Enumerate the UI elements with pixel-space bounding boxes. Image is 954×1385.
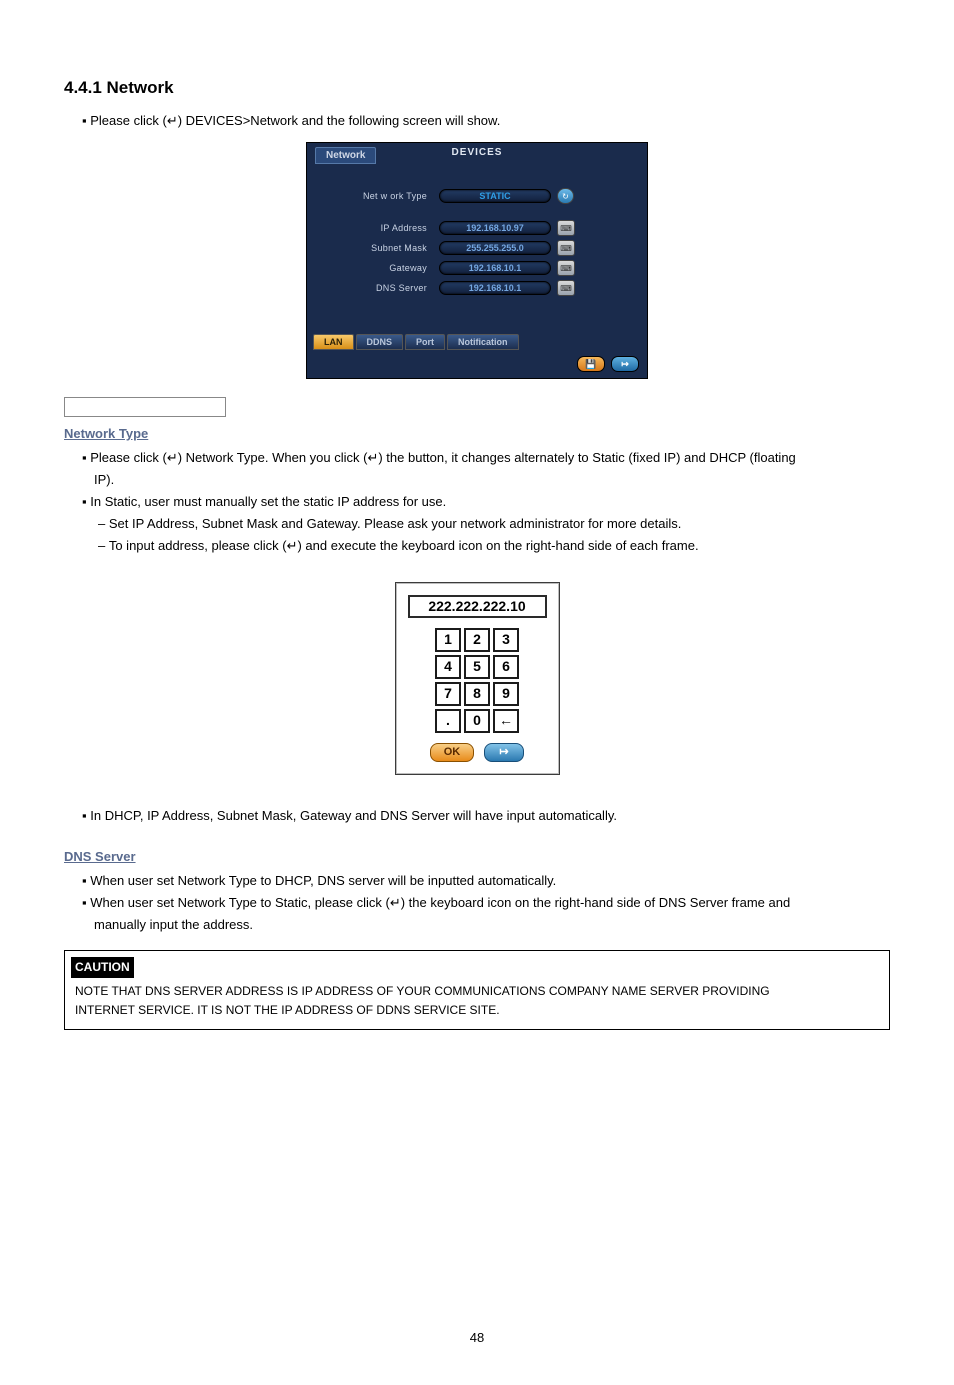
label-ip: IP Address — [327, 223, 439, 233]
key-0[interactable]: 0 — [464, 709, 490, 733]
keypad-display: 222.222.222.10 — [408, 595, 547, 618]
caution-line-2: INTERNET SERVICE. IT IS NOT THE IP ADDRE… — [75, 1003, 500, 1017]
key-dot[interactable]: . — [435, 709, 461, 733]
caution-line-1: NOTE THAT DNS SERVER ADDRESS IS IP ADDRE… — [75, 984, 770, 998]
nt-bullet-1-cont: IP). — [94, 469, 890, 491]
dns-bullet-2-cont: manually input the address. — [94, 914, 890, 936]
devices-network-panel: Network DEVICES Net w ork Type STATIC ↻ … — [306, 142, 648, 379]
tab-port[interactable]: Port — [405, 334, 445, 350]
key-4[interactable]: 4 — [435, 655, 461, 679]
top-tab-network[interactable]: Network — [315, 147, 376, 164]
panel-title: DEVICES — [452, 147, 503, 158]
caution-label: CAUTION — [71, 957, 134, 978]
nt-bullet-3: ▪ In DHCP, IP Address, Subnet Mask, Gate… — [82, 805, 890, 827]
label-network-type: Net w ork Type — [327, 191, 439, 201]
save-button[interactable]: 💾 — [577, 356, 605, 372]
tab-notification[interactable]: Notification — [447, 334, 519, 350]
key-8[interactable]: 8 — [464, 682, 490, 706]
refresh-icon[interactable]: ↻ — [557, 188, 574, 204]
dns-bullet-2: ▪ When user set Network Type to Static, … — [82, 892, 890, 914]
caution-box: CAUTION NOTE THAT DNS SERVER ADDRESS IS … — [64, 950, 890, 1030]
keypad-ok-button[interactable]: OK — [430, 743, 474, 762]
value-gateway[interactable]: 192.168.10.1 — [439, 261, 551, 275]
keyboard-icon[interactable]: ⌨ — [557, 260, 575, 276]
dns-bullet-1: ▪ When user set Network Type to DHCP, DN… — [82, 870, 890, 892]
key-2[interactable]: 2 — [464, 628, 490, 652]
key-1[interactable]: 1 — [435, 628, 461, 652]
keyboard-icon[interactable]: ⌨ — [557, 240, 575, 256]
nt-bullet-2: ▪ In Static, user must manually set the … — [82, 491, 890, 513]
value-subnet[interactable]: 255.255.255.0 — [439, 241, 551, 255]
subheading-network-type: Network Type — [64, 426, 890, 441]
value-dns[interactable]: 192.168.10.1 — [439, 281, 551, 295]
nt-bullet-1: ▪ Please click (↵) Network Type. When yo… — [82, 447, 890, 469]
tab-lan[interactable]: LAN — [313, 334, 354, 350]
section-heading: 4.4.1 Network — [64, 78, 890, 98]
key-6[interactable]: 6 — [493, 655, 519, 679]
nt-dash-2: – To input address, please click (↵) and… — [98, 535, 890, 557]
page-number: 48 — [64, 1330, 890, 1345]
value-network-type[interactable]: STATIC — [439, 189, 551, 203]
exit-button[interactable]: ↦ — [611, 356, 639, 372]
key-7[interactable]: 7 — [435, 682, 461, 706]
nt-dash-1: – Set IP Address, Subnet Mask and Gatewa… — [98, 513, 890, 535]
intro-line: ▪ Please click (↵) DEVICES>Network and t… — [82, 110, 890, 132]
value-ip[interactable]: 192.168.10.97 — [439, 221, 551, 235]
subheading-dns: DNS Server — [64, 849, 890, 864]
label-dns: DNS Server — [327, 283, 439, 293]
key-backspace[interactable]: ← — [493, 709, 519, 733]
key-5[interactable]: 5 — [464, 655, 490, 679]
key-9[interactable]: 9 — [493, 682, 519, 706]
tab-ddns[interactable]: DDNS — [356, 334, 404, 350]
intro-text: Please click (↵) DEVICES>Network and the… — [90, 113, 500, 128]
empty-textbox[interactable] — [64, 397, 226, 417]
keyboard-icon[interactable]: ⌨ — [557, 280, 575, 296]
key-3[interactable]: 3 — [493, 628, 519, 652]
label-subnet: Subnet Mask — [327, 243, 439, 253]
label-gateway: Gateway — [327, 263, 439, 273]
keypad-exit-button[interactable]: ↦ — [484, 743, 524, 762]
ip-keypad: 222.222.222.10 1 2 3 4 5 6 7 8 9 — [395, 582, 560, 775]
keyboard-icon[interactable]: ⌨ — [557, 220, 575, 236]
